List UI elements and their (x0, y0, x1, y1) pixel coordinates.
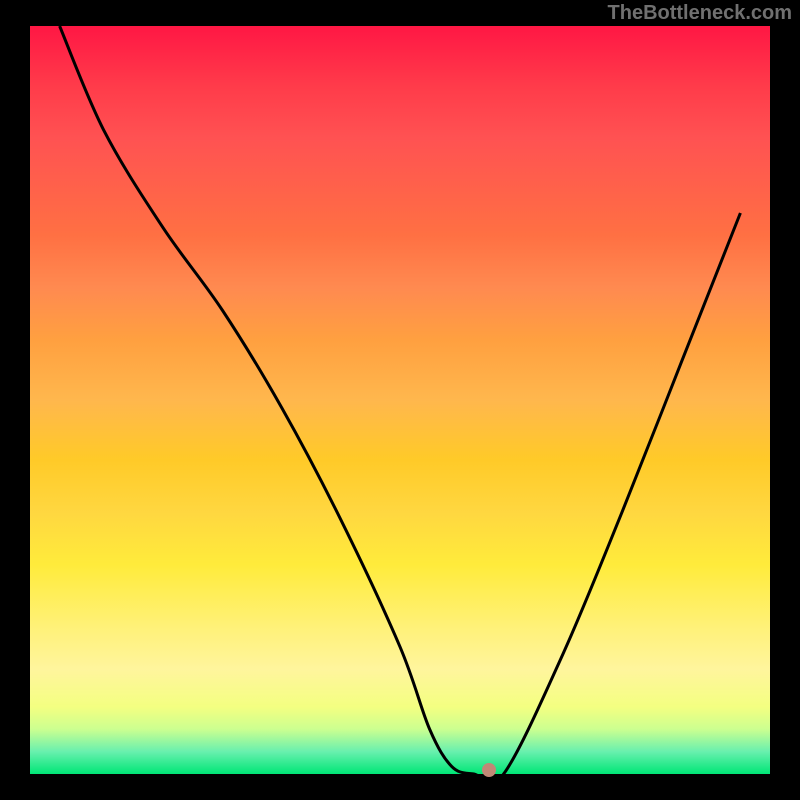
bottleneck-curve-path (60, 26, 741, 783)
curve-svg (0, 0, 800, 800)
optimal-point-marker (482, 763, 496, 777)
watermark-text: TheBottleneck.com (608, 2, 792, 25)
chart-container: TheBottleneck.com (0, 0, 800, 800)
